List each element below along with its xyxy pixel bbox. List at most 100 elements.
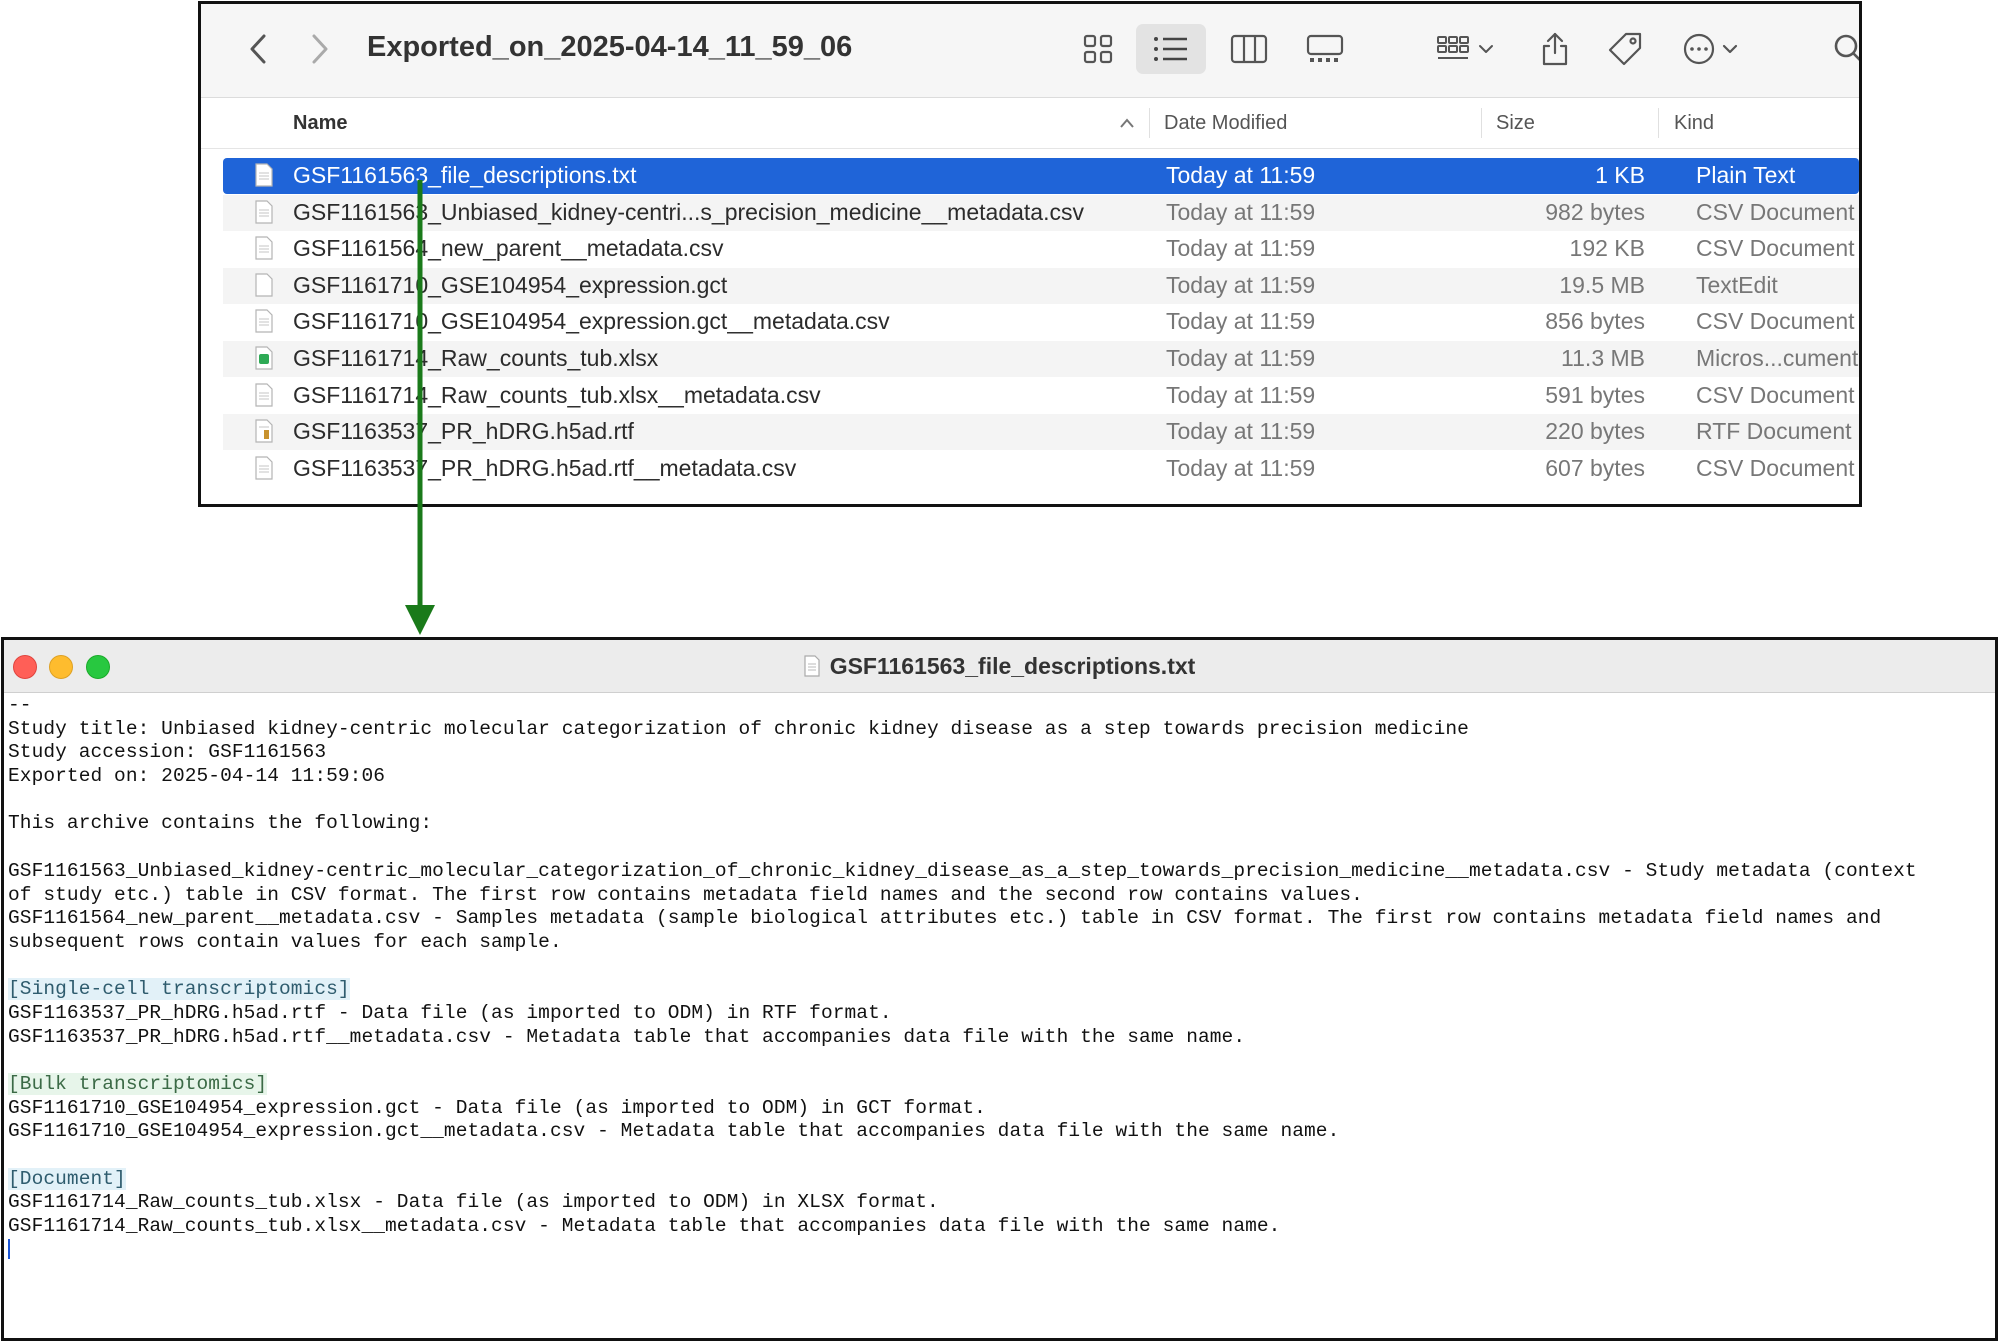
file-size: 591 bytes bbox=[1545, 381, 1645, 408]
sort-ascending-icon bbox=[1120, 118, 1134, 128]
file-kind: Plain Text bbox=[1696, 162, 1796, 188]
finder-window: Exported_on_2025-04-14_11_59_06 Name Dat… bbox=[198, 1, 1862, 507]
text-line: -- bbox=[8, 694, 32, 716]
file-date-modified: Today at 11:59 bbox=[1166, 418, 1316, 445]
file-row[interactable]: GSF1161714_Raw_counts_tub.xlsx__metadata… bbox=[223, 378, 1859, 414]
text-line: ​ bbox=[8, 789, 1991, 813]
forward-chevron-icon[interactable] bbox=[299, 29, 339, 69]
green-arrow bbox=[405, 180, 435, 635]
text-line: ​ bbox=[8, 1144, 1991, 1168]
file-name: GSF1163537_PR_hDRG.h5ad.rtf__metadata.cs… bbox=[293, 454, 797, 481]
text-line: GSF1161710_GSE104954_expression.gct__met… bbox=[8, 1120, 1340, 1143]
csv-file-icon bbox=[255, 199, 273, 224]
kind-column-header[interactable]: Kind bbox=[1674, 112, 1714, 135]
text-file-icon bbox=[255, 163, 273, 187]
text-line: of study etc.) table in CSV format. The … bbox=[8, 883, 1363, 906]
file-size: 856 bytes bbox=[1545, 308, 1645, 335]
file-kind: Micros...cument bbox=[1696, 345, 1859, 371]
file-date-modified: Today at 11:59 bbox=[1166, 308, 1316, 335]
blank-file-icon bbox=[255, 273, 273, 297]
file-size: 192 KB bbox=[1569, 235, 1645, 262]
file-size: 1 KB bbox=[1595, 162, 1645, 188]
file-name: GSF1163537_PR_hDRG.h5ad.rtf bbox=[293, 418, 634, 445]
file-date-modified: Today at 11:59 bbox=[1166, 345, 1316, 371]
text-editor-area[interactable]: -- Study title: Unbiased kidney-centric m… bbox=[8, 694, 1991, 1338]
file-date-modified: Today at 11:59 bbox=[1166, 454, 1316, 481]
file-row[interactable]: GSF1163537_PR_hDRG.h5ad.rtf__metadata.cs… bbox=[223, 451, 1859, 487]
file-row[interactable]: GSF1161563_file_descriptions.txt Today at… bbox=[223, 158, 1859, 194]
textedit-titlebar: GSF1161563_file_descriptions.txt bbox=[4, 640, 1995, 693]
file-size: 11.3 MB bbox=[1561, 345, 1645, 371]
text-line: Study accession: GSF1161563 bbox=[8, 741, 327, 764]
back-chevron-icon[interactable] bbox=[239, 29, 279, 69]
textedit-window: GSF1161563_file_descriptions.txt -- Study… bbox=[1, 637, 1998, 1341]
file-kind: CSV Document bbox=[1696, 198, 1855, 225]
file-name: GSF1161564_new_parent__metadata.csv bbox=[293, 235, 724, 262]
text-line: Study title: Unbiased kidney-centric mol… bbox=[8, 717, 1469, 740]
date-modified-column-header[interactable]: Date Modified bbox=[1164, 112, 1287, 135]
text-line: GSF1161714_Raw_counts_tub.xlsx - Data fi… bbox=[8, 1191, 939, 1214]
list-view-icon[interactable] bbox=[1136, 24, 1206, 74]
file-kind: RTF Document bbox=[1696, 418, 1852, 445]
file-kind: CSV Document bbox=[1696, 454, 1855, 481]
text-line: This archive contains the following: bbox=[8, 812, 433, 835]
file-date-modified: Today at 11:59 bbox=[1166, 381, 1316, 408]
document-icon bbox=[804, 655, 820, 677]
file-kind: TextEdit bbox=[1696, 271, 1778, 298]
file-size: 220 bytes bbox=[1545, 418, 1645, 445]
more-actions-icon[interactable] bbox=[1679, 29, 1749, 69]
file-size: 19.5 MB bbox=[1559, 271, 1645, 298]
text-line: ​ bbox=[8, 836, 1991, 860]
file-row[interactable]: GSF1161710_GSE104954_expression.gct Today… bbox=[223, 267, 1859, 304]
file-row[interactable]: GSF1161714_Raw_counts_tub.xlsx Today at 1… bbox=[223, 341, 1859, 377]
file-name: GSF1161563_file_descriptions.txt bbox=[293, 162, 637, 188]
text-line: GSF1163537_PR_hDRG.h5ad.rtf__metadata.cs… bbox=[8, 1025, 1246, 1048]
rtf-file-icon bbox=[255, 419, 273, 443]
file-size: 607 bytes bbox=[1545, 454, 1645, 481]
finder-toolbar: Exported_on_2025-04-14_11_59_06 bbox=[201, 4, 1859, 98]
text-line: Exported on: 2025-04-14 11:59:06 bbox=[8, 765, 386, 788]
name-column-header[interactable]: Name bbox=[293, 112, 347, 135]
file-name: GSF1161710_GSE104954_expression.gct bbox=[293, 271, 728, 298]
column-view-icon[interactable] bbox=[1229, 29, 1269, 69]
gallery-view-icon[interactable] bbox=[1305, 29, 1345, 69]
file-row[interactable]: GSF1161564_new_parent__metadata.csv Today… bbox=[223, 231, 1859, 267]
csv-file-icon bbox=[255, 382, 273, 407]
section-heading: [Bulk transcriptomics] bbox=[8, 1073, 268, 1095]
text-cursor bbox=[8, 1238, 10, 1259]
file-name: GSF1161710_GSE104954_expression.gct__met… bbox=[293, 308, 890, 335]
file-size: 982 bytes bbox=[1545, 198, 1645, 225]
file-row[interactable]: GSF1163537_PR_hDRG.h5ad.rtf Today at 11:5… bbox=[223, 414, 1859, 451]
file-date-modified: Today at 11:59 bbox=[1166, 198, 1316, 225]
text-line: GSF1161563_Unbiased_kidney-centric_molec… bbox=[8, 859, 1917, 882]
icon-view-icon[interactable] bbox=[1078, 29, 1118, 69]
column-header-row: Name Date Modified Size Kind bbox=[201, 98, 1859, 149]
file-date-modified: Today at 11:59 bbox=[1166, 162, 1316, 188]
file-name: GSF1161714_Raw_counts_tub.xlsx__metadata… bbox=[293, 381, 821, 408]
file-kind: CSV Document bbox=[1696, 308, 1855, 335]
share-icon[interactable] bbox=[1535, 29, 1575, 69]
section-heading: [Single-cell transcriptomics] bbox=[8, 978, 350, 1001]
csv-file-icon bbox=[255, 236, 273, 260]
file-name: GSF1161714_Raw_counts_tub.xlsx bbox=[293, 345, 659, 371]
file-kind: CSV Document bbox=[1696, 381, 1855, 408]
text-line: GSF1161714_Raw_counts_tub.xlsx__metadata… bbox=[8, 1215, 1281, 1238]
file-date-modified: Today at 11:59 bbox=[1166, 271, 1316, 298]
file-row[interactable]: GSF1161563_Unbiased_kidney-centri...s_pr… bbox=[223, 194, 1859, 231]
window-title: Exported_on_2025-04-14_11_59_06 bbox=[367, 31, 853, 63]
textedit-title: GSF1161563_file_descriptions.txt bbox=[829, 653, 1196, 679]
text-line: GSF1163537_PR_hDRG.h5ad.rtf - Data file … bbox=[8, 1001, 892, 1024]
file-row[interactable]: GSF1161710_GSE104954_expression.gct__met… bbox=[223, 304, 1859, 340]
file-date-modified: Today at 11:59 bbox=[1166, 235, 1316, 262]
text-line: subsequent rows contain values for each … bbox=[8, 930, 562, 953]
section-heading: [Document] bbox=[8, 1167, 126, 1190]
size-column-header[interactable]: Size bbox=[1496, 112, 1535, 135]
text-line: GSF1161710_GSE104954_expression.gct - Da… bbox=[8, 1096, 986, 1119]
excel-file-icon bbox=[255, 346, 273, 370]
text-line: ​ bbox=[8, 1049, 1991, 1073]
tag-icon[interactable] bbox=[1605, 29, 1645, 69]
text-line: ​ bbox=[8, 955, 1991, 979]
text-line: GSF1161564_new_parent__metadata.csv - Sa… bbox=[8, 907, 1882, 930]
group-by-icon[interactable] bbox=[1433, 29, 1503, 69]
search-icon[interactable] bbox=[1829, 29, 1859, 69]
